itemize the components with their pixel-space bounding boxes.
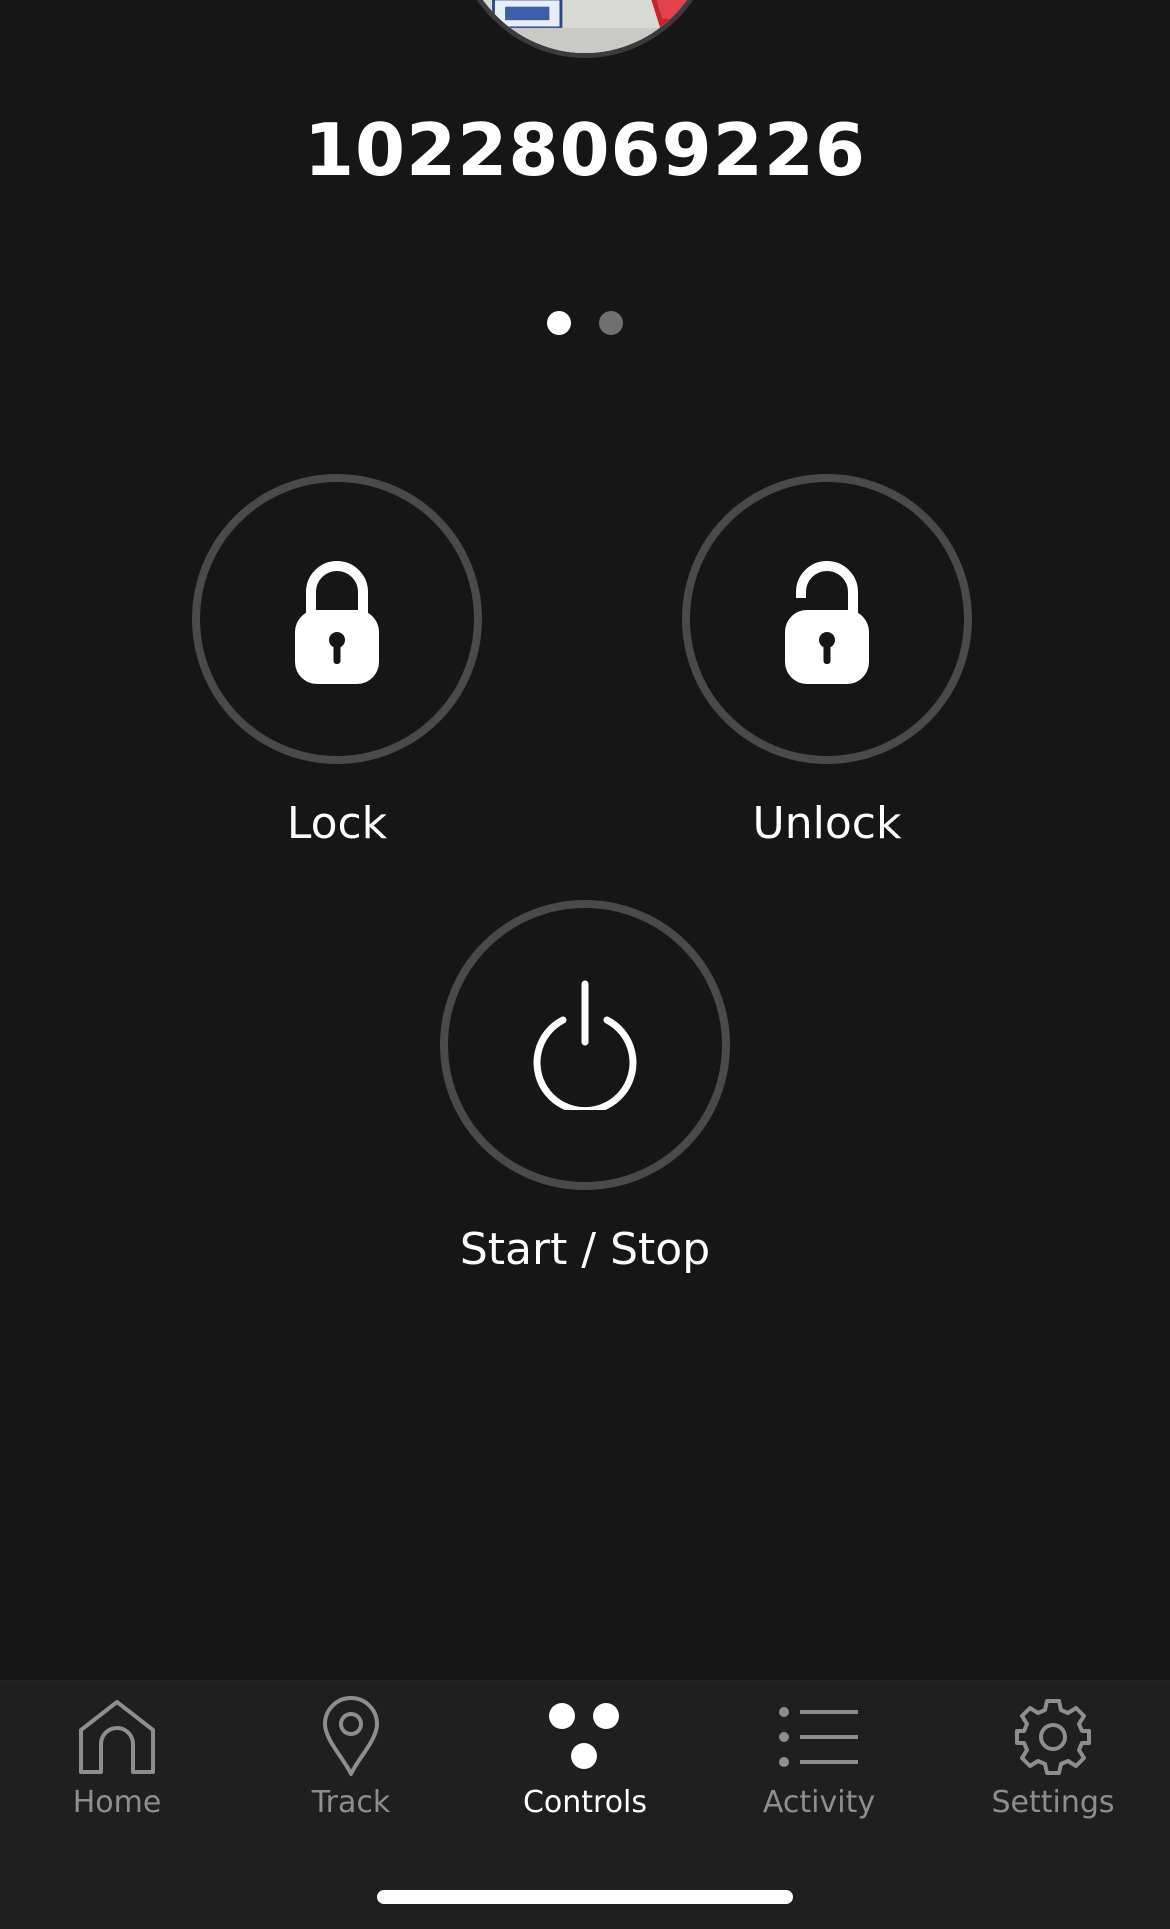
tab-home-label: Home	[72, 1785, 162, 1820]
tab-activity[interactable]: Activity	[702, 1681, 936, 1831]
start-stop-control[interactable]: Start / Stop	[440, 900, 730, 1275]
unlock-icon	[785, 561, 869, 684]
page-dot-2[interactable]	[599, 311, 623, 335]
controls-dots-icon	[549, 1703, 619, 1769]
tab-controls-label: Controls	[522, 1785, 648, 1820]
page-dot-1[interactable]	[547, 311, 571, 335]
home-indicator[interactable]	[377, 1890, 793, 1904]
location-pin-icon	[323, 1696, 379, 1776]
unlock-control[interactable]: Unlock	[682, 474, 972, 849]
unlock-button[interactable]	[682, 474, 972, 764]
home-icon	[79, 1700, 155, 1774]
tab-track[interactable]: Track	[234, 1681, 468, 1831]
lock-control[interactable]: Lock	[192, 474, 482, 849]
vehicle-photo	[450, 0, 720, 58]
start-stop-label: Start / Stop	[459, 1224, 711, 1275]
list-icon	[779, 1707, 858, 1767]
lock-button[interactable]	[192, 474, 482, 764]
controls-screen: 10228069226 Lock Unlock Start / Stop Hom…	[0, 0, 1170, 1929]
power-icon	[533, 980, 637, 1110]
tab-settings[interactable]: Settings	[936, 1681, 1170, 1831]
tab-activity-label: Activity	[762, 1785, 876, 1820]
tab-settings-label: Settings	[991, 1785, 1115, 1820]
page-indicator[interactable]	[547, 311, 623, 335]
gear-icon	[1015, 1699, 1091, 1775]
lock-label: Lock	[286, 798, 388, 849]
lock-icon	[295, 561, 379, 684]
start-stop-button[interactable]	[440, 900, 730, 1190]
vehicle-id: 10228069226	[303, 108, 867, 192]
tab-home[interactable]: Home	[0, 1681, 234, 1831]
unlock-label: Unlock	[752, 798, 902, 849]
tab-track-label: Track	[311, 1785, 391, 1820]
tab-controls[interactable]: Controls	[468, 1681, 702, 1831]
